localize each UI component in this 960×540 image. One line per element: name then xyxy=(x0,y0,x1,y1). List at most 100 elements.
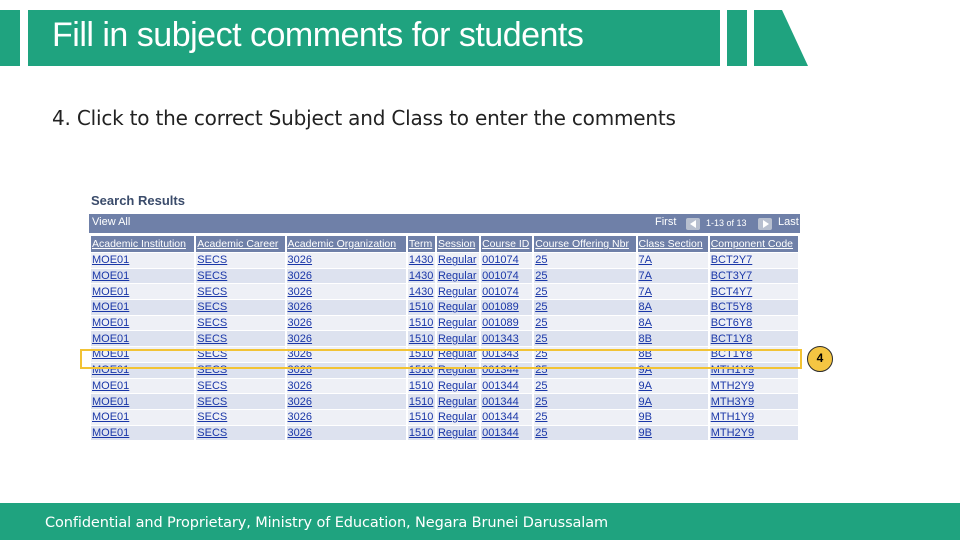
table-row[interactable]: MOE01 SECS 3026 1430 Regular 001074 25 7A BCT4Y7 xyxy=(91,284,798,300)
column-header-offering-nbr[interactable]: Course Offering Nbr xyxy=(534,236,636,252)
cell-institution[interactable]: MOE01 xyxy=(91,315,195,331)
cell-offering-nbr[interactable]: 25 xyxy=(534,268,636,284)
cell-component-code[interactable]: BCT4Y7 xyxy=(709,284,798,300)
cell-session[interactable]: Regular xyxy=(436,409,480,425)
cell-class-section[interactable]: 9A xyxy=(637,394,708,409)
cell-career[interactable]: SECS xyxy=(196,284,285,300)
table-row[interactable]: MOE01 SECS 3026 1510 Regular 001344 25 9A MTH3Y9 xyxy=(91,394,798,409)
column-header-organization[interactable]: Academic Organization xyxy=(286,236,406,252)
cell-session[interactable]: Regular xyxy=(436,331,480,347)
cell-career[interactable]: SECS xyxy=(196,331,285,347)
column-header-career[interactable]: Academic Career xyxy=(196,236,285,252)
cell-organization[interactable]: 3026 xyxy=(286,409,406,425)
table-row[interactable]: MOE01 SECS 3026 1510 Regular 001344 25 9B MTH2Y9 xyxy=(91,425,798,441)
column-header-institution[interactable]: Academic Institution xyxy=(91,236,195,252)
cell-class-section[interactable]: 7A xyxy=(637,268,708,284)
cell-session[interactable]: Regular xyxy=(436,268,480,284)
cell-class-section[interactable]: 8A xyxy=(637,300,708,315)
cell-class-section[interactable]: 8A xyxy=(637,315,708,331)
cell-component-code[interactable]: BCT1Y8 xyxy=(709,331,798,347)
column-header-term[interactable]: Term xyxy=(407,236,435,252)
column-header-course-id[interactable]: Course ID xyxy=(481,236,533,252)
cell-component-code[interactable]: MTH2Y9 xyxy=(709,378,798,394)
cell-course-id[interactable]: 001344 xyxy=(481,409,533,425)
cell-institution[interactable]: MOE01 xyxy=(91,284,195,300)
cell-career[interactable]: SECS xyxy=(196,409,285,425)
cell-component-code[interactable]: MTH2Y9 xyxy=(709,425,798,441)
table-row[interactable]: MOE01 SECS 3026 1430 Regular 001074 25 7A BCT2Y7 xyxy=(91,253,798,268)
cell-session[interactable]: Regular xyxy=(436,425,480,441)
cell-term[interactable]: 1430 xyxy=(407,284,435,300)
cell-offering-nbr[interactable]: 25 xyxy=(534,394,636,409)
cell-class-section[interactable]: 9B xyxy=(637,425,708,441)
cell-career[interactable]: SECS xyxy=(196,315,285,331)
cell-organization[interactable]: 3026 xyxy=(286,253,406,268)
cell-course-id[interactable]: 001344 xyxy=(481,425,533,441)
cell-offering-nbr[interactable]: 25 xyxy=(534,253,636,268)
table-row[interactable]: MOE01 SECS 3026 1510 Regular 001344 25 9A MTH2Y9 xyxy=(91,378,798,394)
cell-course-id[interactable]: 001343 xyxy=(481,331,533,347)
cell-class-section[interactable]: 8B xyxy=(637,331,708,347)
cell-term[interactable]: 1510 xyxy=(407,394,435,409)
table-row[interactable]: MOE01 SECS 3026 1510 Regular 001089 25 8A BCT5Y8 xyxy=(91,300,798,315)
table-row[interactable]: MOE01 SECS 3026 1430 Regular 001074 25 7A BCT3Y7 xyxy=(91,268,798,284)
table-row[interactable]: MOE01 SECS 3026 1510 Regular 001089 25 8A BCT6Y8 xyxy=(91,315,798,331)
cell-organization[interactable]: 3026 xyxy=(286,300,406,315)
cell-offering-nbr[interactable]: 25 xyxy=(534,409,636,425)
cell-term[interactable]: 1510 xyxy=(407,315,435,331)
cell-career[interactable]: SECS xyxy=(196,394,285,409)
cell-term[interactable]: 1510 xyxy=(407,300,435,315)
cell-institution[interactable]: MOE01 xyxy=(91,300,195,315)
cell-course-id[interactable]: 001344 xyxy=(481,394,533,409)
cell-offering-nbr[interactable]: 25 xyxy=(534,378,636,394)
cell-organization[interactable]: 3026 xyxy=(286,394,406,409)
column-header-component-code[interactable]: Component Code xyxy=(709,236,798,252)
cell-offering-nbr[interactable]: 25 xyxy=(534,331,636,347)
cell-session[interactable]: Regular xyxy=(436,253,480,268)
cell-class-section[interactable]: 7A xyxy=(637,253,708,268)
cell-course-id[interactable]: 001074 xyxy=(481,268,533,284)
cell-career[interactable]: SECS xyxy=(196,268,285,284)
column-header-class-section[interactable]: Class Section xyxy=(637,236,708,252)
cell-component-code[interactable]: BCT2Y7 xyxy=(709,253,798,268)
table-row[interactable]: MOE01 SECS 3026 1510 Regular 001343 25 8B BCT1Y8 xyxy=(91,331,798,347)
column-header-session[interactable]: Session xyxy=(436,236,480,252)
cell-class-section[interactable]: 9A xyxy=(637,378,708,394)
cell-organization[interactable]: 3026 xyxy=(286,378,406,394)
cell-course-id[interactable]: 001089 xyxy=(481,315,533,331)
next-page-icon[interactable] xyxy=(758,218,772,230)
last-link[interactable]: Last xyxy=(778,216,799,228)
cell-career[interactable]: SECS xyxy=(196,425,285,441)
cell-career[interactable]: SECS xyxy=(196,300,285,315)
cell-course-id[interactable]: 001074 xyxy=(481,284,533,300)
cell-component-code[interactable]: MTH3Y9 xyxy=(709,394,798,409)
cell-organization[interactable]: 3026 xyxy=(286,268,406,284)
cell-career[interactable]: SECS xyxy=(196,378,285,394)
cell-term[interactable]: 1510 xyxy=(407,409,435,425)
cell-term[interactable]: 1430 xyxy=(407,268,435,284)
previous-page-icon[interactable] xyxy=(686,218,700,230)
cell-class-section[interactable]: 9B xyxy=(637,409,708,425)
cell-session[interactable]: Regular xyxy=(436,315,480,331)
cell-organization[interactable]: 3026 xyxy=(286,284,406,300)
cell-session[interactable]: Regular xyxy=(436,378,480,394)
cell-session[interactable]: Regular xyxy=(436,284,480,300)
cell-institution[interactable]: MOE01 xyxy=(91,268,195,284)
cell-offering-nbr[interactable]: 25 xyxy=(534,284,636,300)
cell-institution[interactable]: MOE01 xyxy=(91,378,195,394)
cell-offering-nbr[interactable]: 25 xyxy=(534,300,636,315)
cell-session[interactable]: Regular xyxy=(436,300,480,315)
cell-career[interactable]: SECS xyxy=(196,253,285,268)
cell-course-id[interactable]: 001089 xyxy=(481,300,533,315)
cell-institution[interactable]: MOE01 xyxy=(91,253,195,268)
cell-component-code[interactable]: BCT3Y7 xyxy=(709,268,798,284)
cell-session[interactable]: Regular xyxy=(436,394,480,409)
cell-course-id[interactable]: 001074 xyxy=(481,253,533,268)
cell-component-code[interactable]: BCT6Y8 xyxy=(709,315,798,331)
cell-institution[interactable]: MOE01 xyxy=(91,425,195,441)
cell-component-code[interactable]: MTH1Y9 xyxy=(709,409,798,425)
cell-offering-nbr[interactable]: 25 xyxy=(534,315,636,331)
cell-term[interactable]: 1510 xyxy=(407,378,435,394)
table-row[interactable]: MOE01 SECS 3026 1510 Regular 001344 25 9B MTH1Y9 xyxy=(91,409,798,425)
cell-term[interactable]: 1430 xyxy=(407,253,435,268)
